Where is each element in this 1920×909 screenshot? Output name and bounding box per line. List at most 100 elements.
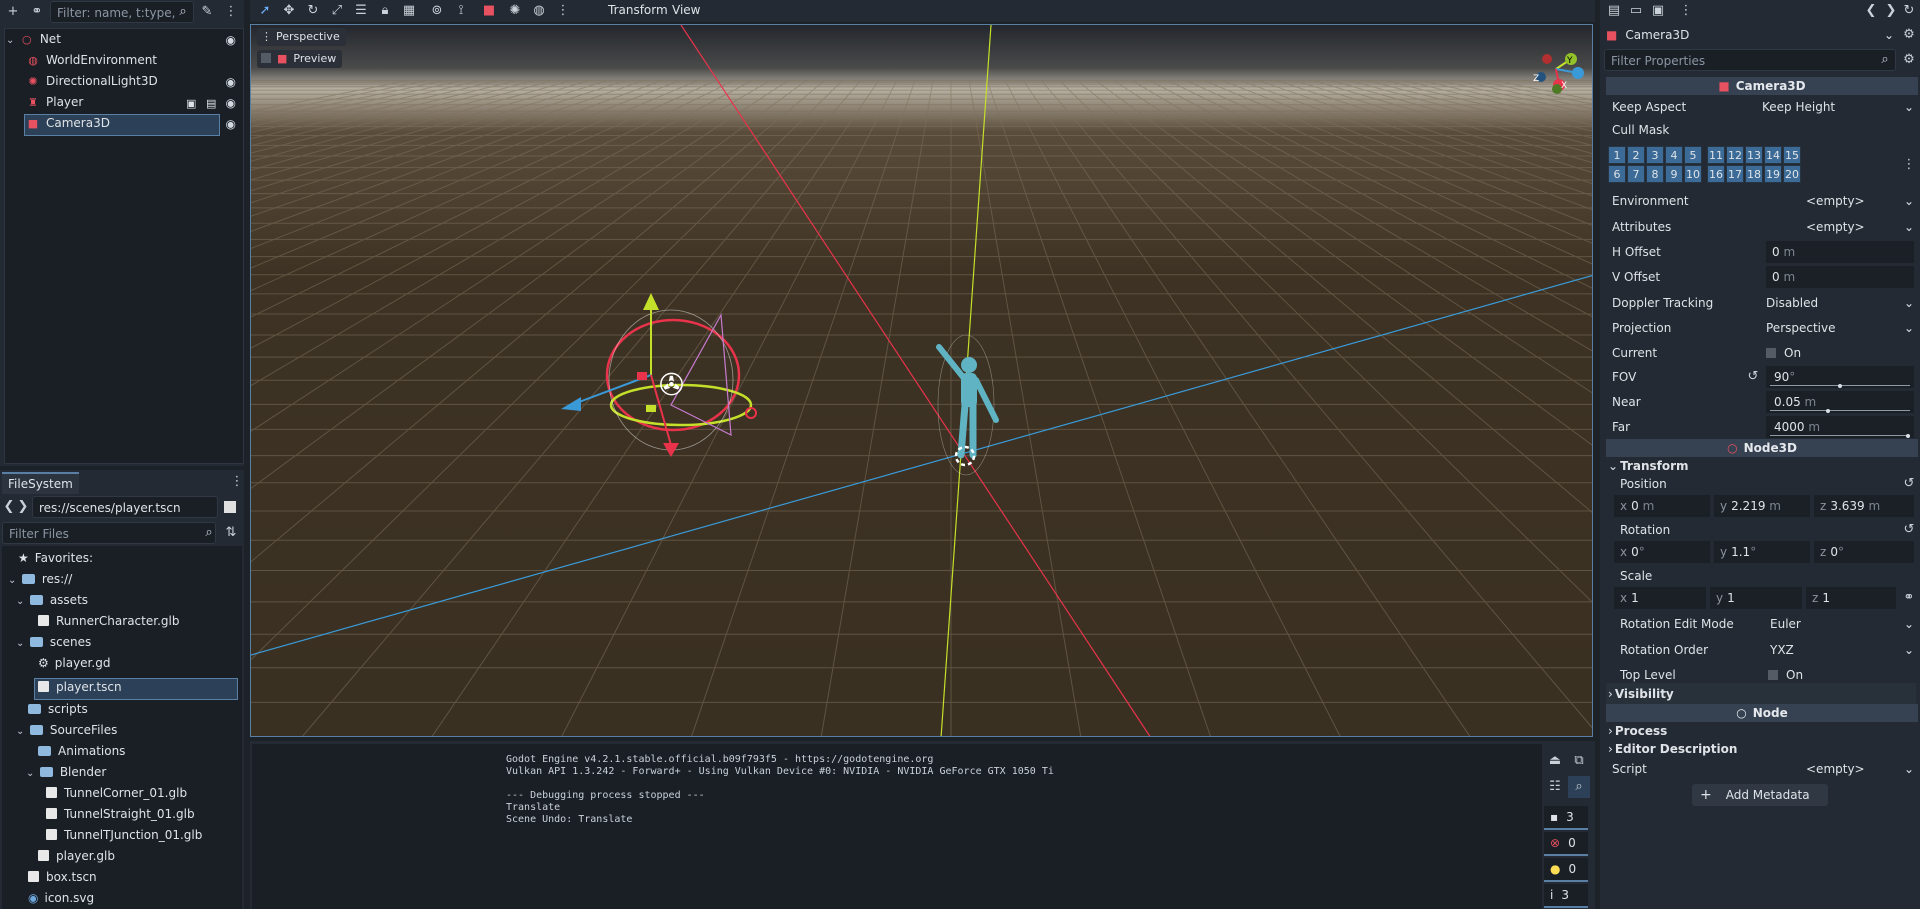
link-icon[interactable]: ⚭ [26, 1, 48, 23]
collapse-icon[interactable]: ⌄ [26, 763, 36, 784]
h-offset-field[interactable]: 0 m [1766, 241, 1914, 263]
perspective-button[interactable]: ⋮ Perspective [257, 28, 346, 46]
open-resource-icon[interactable]: ▭ [1625, 0, 1647, 22]
visibility-eye-icon[interactable]: ◉ [226, 33, 236, 47]
warnings-filter[interactable]: ● 0 [1544, 858, 1588, 882]
script-icon[interactable]: ✎ [196, 1, 218, 23]
revert-icon[interactable]: ↺ [1742, 366, 1764, 388]
path-field[interactable]: res://scenes/player.tscn [32, 496, 218, 518]
rotate-tool-icon[interactable]: ↻ [302, 0, 324, 22]
cull-layer-17[interactable]: 17 [1726, 165, 1744, 183]
far-slider[interactable]: 4000 m [1766, 416, 1914, 438]
filter-output-icon[interactable]: ☷ [1544, 776, 1566, 798]
menu-dots-icon[interactable]: ⋮ [552, 0, 574, 22]
cull-layer-2[interactable]: 2 [1627, 146, 1645, 164]
transform-menu[interactable]: Transform [608, 3, 668, 17]
cull-layer-6[interactable]: 6 [1608, 165, 1626, 183]
environment-picker[interactable]: <empty> ⌄ [1806, 190, 1914, 212]
projection-dropdown[interactable]: Perspective ⌄ [1766, 317, 1914, 339]
add-node-icon[interactable]: + [2, 1, 24, 23]
add-metadata-button[interactable]: + Add Metadata [1692, 784, 1828, 806]
sort-icon[interactable]: ⇅ [220, 522, 242, 544]
back-icon[interactable]: ❮ [2, 496, 16, 518]
file-icon-svg[interactable]: ◉ icon.svg [28, 888, 94, 909]
viewport-3d[interactable]: ✇ Y Z X ⋮ Perspective ■ Preview [250, 24, 1593, 737]
tree-node-player[interactable]: ♜ Player [26, 92, 83, 113]
camera-preview-icon[interactable]: ■ [478, 0, 500, 22]
filter-properties-input[interactable]: Filter Properties [1604, 49, 1896, 71]
file-player-glb[interactable]: player.glb [38, 846, 115, 867]
menu-dots-icon[interactable]: ⋮ [220, 1, 242, 23]
folder-sourcefiles[interactable]: ⌄ SourceFiles [16, 720, 117, 741]
editor-description-group[interactable]: › Editor Description [1606, 738, 1916, 760]
cull-layer-12[interactable]: 12 [1726, 146, 1744, 164]
sun-icon[interactable]: ✺ [504, 0, 526, 22]
menu-dots-icon[interactable]: ⋮ [1675, 0, 1697, 22]
filesystem-tab[interactable]: FileSystem [2, 472, 79, 494]
history-back-icon[interactable]: ❮ [1860, 0, 1882, 22]
clear-output-icon[interactable]: ⏏ [1544, 750, 1566, 772]
collapse-icon[interactable]: ⌄ [6, 30, 16, 51]
errors-filter[interactable]: ⊗ 0 [1544, 832, 1588, 856]
scale-x-field[interactable]: x1 [1614, 587, 1706, 609]
cull-layer-9[interactable]: 9 [1665, 165, 1683, 183]
file-box-tscn[interactable]: box.tscn [28, 867, 97, 888]
collapse-icon[interactable]: ⌄ [16, 721, 26, 742]
list-tool-icon[interactable]: ☰ [350, 0, 372, 22]
copy-output-icon[interactable]: ⧉ [1568, 750, 1590, 772]
menu-dots-icon[interactable]: ⋮ [226, 471, 248, 493]
cull-layer-7[interactable]: 7 [1627, 165, 1645, 183]
position-z-field[interactable]: z 3.639 m [1814, 495, 1914, 517]
link-scale-icon[interactable]: ⚭ [1898, 587, 1920, 609]
forward-icon[interactable]: ❯ [16, 496, 30, 518]
preview-toggle[interactable]: ■ Preview [257, 50, 343, 68]
file-tunnel-tjunction[interactable]: TunnelTJunction_01.glb [46, 825, 202, 846]
select-tool-icon[interactable]: ➚ [254, 0, 276, 22]
tree-node-world-environment[interactable]: ◍ WorldEnvironment [26, 50, 157, 71]
globe-icon[interactable]: ◍ [528, 0, 550, 22]
cull-layer-8[interactable]: 8 [1646, 165, 1664, 183]
folder-res[interactable]: ⌄ res:// [8, 569, 72, 590]
doppler-dropdown[interactable]: Disabled ⌄ [1766, 292, 1914, 314]
cull-layer-1[interactable]: 1 [1608, 146, 1626, 164]
cull-layer-4[interactable]: 4 [1665, 146, 1683, 164]
history-icon[interactable]: ↻ [1898, 0, 1920, 22]
cull-layer-5[interactable]: 5 [1684, 146, 1702, 164]
save-resource-icon[interactable]: ▣ [1647, 0, 1669, 22]
collapse-icon[interactable]: ⌄ [8, 570, 18, 591]
cull-layer-19[interactable]: 19 [1764, 165, 1782, 183]
v-offset-field[interactable]: 0 m [1766, 266, 1914, 288]
node-tools-icon[interactable]: ⚙ [1898, 24, 1920, 46]
folder-scripts[interactable]: scripts [28, 699, 88, 720]
ruler-icon[interactable]: ⟟ [450, 0, 472, 22]
folder-animations[interactable]: Animations [38, 741, 125, 762]
visibility-eye-icon[interactable]: ◉ [226, 96, 236, 110]
scale-tool-icon[interactable]: ⤢ [326, 0, 348, 22]
open-scene-icon[interactable]: ▣ [186, 97, 196, 110]
cull-layer-20[interactable]: 20 [1783, 165, 1801, 183]
collapse-icon[interactable]: ⌄ [16, 633, 26, 654]
scale-y-field[interactable]: y1 [1710, 587, 1802, 609]
cull-layer-11[interactable]: 11 [1707, 146, 1725, 164]
cull-layer-10[interactable]: 10 [1684, 165, 1702, 183]
fov-slider[interactable]: 90° [1766, 366, 1914, 388]
messages-filter[interactable]: ▪ 3 [1544, 806, 1588, 830]
near-slider[interactable]: 0.05 m [1766, 391, 1914, 413]
menu-dots-icon[interactable]: ⋮ [1898, 154, 1920, 176]
rotation-x-field[interactable]: x 0° [1614, 541, 1710, 563]
rotation-order-dropdown[interactable]: YXZ ⌄ [1770, 639, 1914, 661]
checkbox-icon[interactable] [261, 53, 271, 63]
rotation-z-field[interactable]: z 0° [1814, 541, 1914, 563]
position-x-field[interactable]: x0 m [1614, 495, 1710, 517]
folder-blender[interactable]: ⌄ Blender [26, 762, 106, 783]
current-checkbox[interactable]: On [1766, 342, 1866, 364]
revert-icon[interactable]: ↺ [1898, 473, 1920, 495]
folder-assets[interactable]: ⌄ assets [16, 590, 88, 611]
group-icon[interactable]: ▦ [398, 0, 420, 22]
visibility-eye-icon[interactable]: ◉ [226, 75, 236, 89]
favorites-row[interactable]: ★ Favorites: [18, 548, 93, 569]
tree-node-directional-light[interactable]: ✺ DirectionalLight3D [26, 71, 157, 92]
snap-icon[interactable]: ⊚ [426, 0, 448, 22]
rotation-edit-mode-dropdown[interactable]: Euler ⌄ [1770, 613, 1914, 635]
split-view-icon[interactable] [224, 501, 236, 513]
